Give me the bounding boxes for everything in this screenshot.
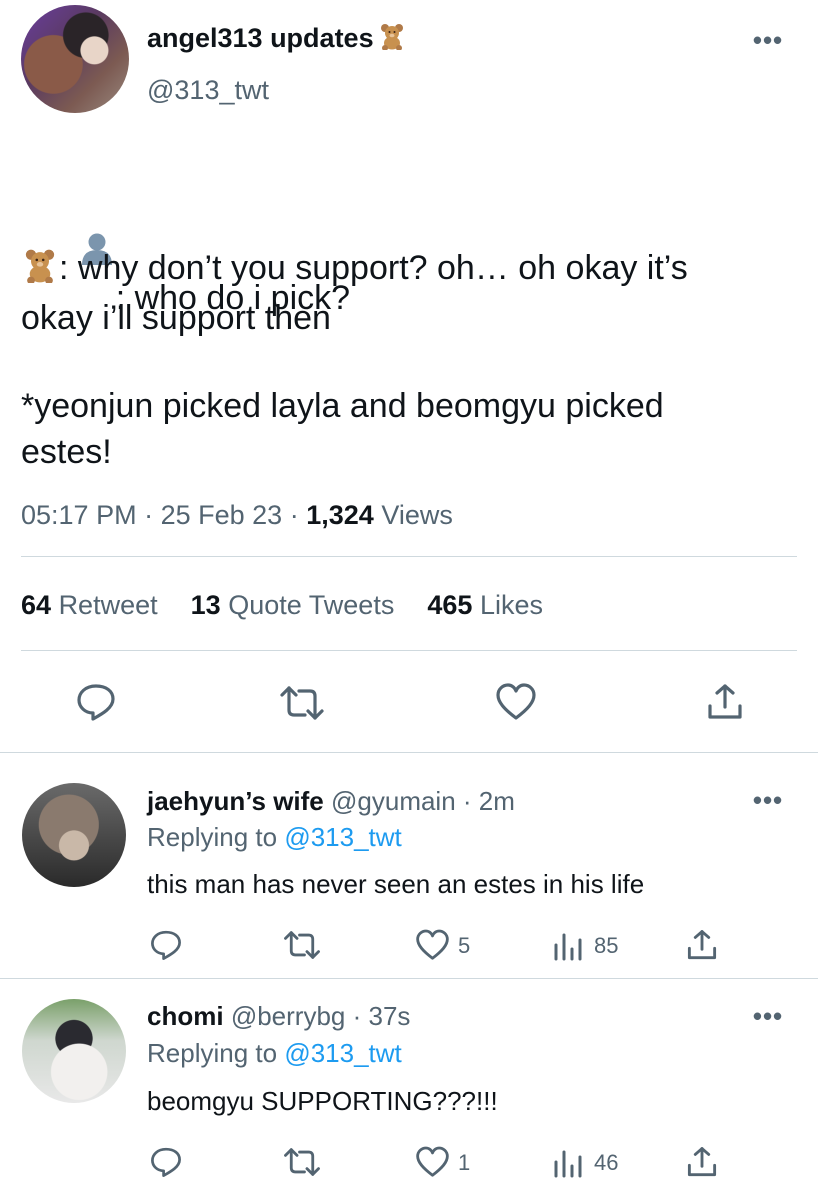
retweets-stat[interactable]: 64 Retweet [21,590,158,620]
reply-handle[interactable]: @berrybg [231,1001,346,1031]
replying-handle-link[interactable]: @313_twt [284,822,401,852]
retweets-count: 64 [21,590,52,620]
divider [0,752,818,753]
likes-label: Likes [479,590,543,620]
reply-display-name[interactable]: chomi [147,1001,224,1031]
author-name-row[interactable]: angel313 updates [147,22,406,55]
like-heart-icon[interactable] [416,1146,449,1178]
retweet-icon[interactable] [283,929,321,961]
share-icon[interactable] [686,929,718,961]
like-heart-icon[interactable] [496,683,536,721]
quotes-label: Quote Tweets [228,590,395,620]
teddy-bear-icon [378,22,406,55]
more-options-button[interactable]: ••• [748,787,788,813]
views-bar-chart-icon[interactable] [553,1146,583,1178]
views-bar-chart-icon[interactable] [553,929,583,961]
reply-handle[interactable]: @gyumain [331,786,456,816]
more-options-button[interactable]: ••• [748,1003,788,1029]
divider [21,556,797,557]
retweet-icon[interactable] [279,684,325,722]
replying-prefix: Replying to [147,1038,278,1068]
meta-separator: · [144,500,154,530]
author-handle[interactable]: @313_twt [147,75,269,106]
views-label: Views [381,500,453,530]
replying-to: Replying to @313_twt [147,1038,402,1069]
tweet-stats: 64 Retweet 13 Quote Tweets 465 Likes [21,590,543,621]
replying-prefix: Replying to [147,822,278,852]
author-avatar[interactable] [21,5,129,113]
reply-header: chomi @berrybg · 37s [147,1001,410,1032]
reply-icon[interactable] [150,929,182,961]
likes-count: 465 [427,590,473,620]
reply-icon[interactable] [76,683,116,721]
views-count: 1,324 [306,500,374,530]
retweets-label: Retweet [58,590,158,620]
reply-header: jaehyun’s wife @gyumain · 2m [147,786,515,817]
reply-view-count: 85 [594,933,619,958]
more-options-button[interactable]: ••• [748,27,788,53]
reply-time: · 37s [352,1001,411,1031]
likes-stat[interactable]: 465 Likes [427,590,543,620]
reply-avatar[interactable] [22,783,126,887]
replying-to: Replying to @313_twt [147,822,402,853]
share-icon[interactable] [706,683,744,721]
tweet-date[interactable]: 25 Feb 23 [161,500,283,530]
divider [0,978,818,979]
reply-view-count: 46 [594,1150,619,1175]
tweet-meta: 05:17 PM · 25 Feb 23 · 1,324 Views [21,500,453,531]
tweet-line-3: *yeonjun picked layla and beomgyu picked… [21,387,664,471]
reply-display-name[interactable]: jaehyun’s wife [147,786,324,816]
quotes-stat[interactable]: 13 Quote Tweets [191,590,395,620]
meta-separator: · [289,500,299,530]
reply-text: beomgyu SUPPORTING???!!! [147,1086,498,1116]
reply-avatar[interactable] [22,999,126,1103]
tweet-line-2: : why don’t you support? oh… oh okay it’… [21,245,801,341]
reply-like-count: 1 [458,1150,471,1175]
reply-icon[interactable] [150,1146,182,1178]
reply-time: · 2m [462,786,515,816]
share-icon[interactable] [686,1146,718,1178]
divider [21,650,797,651]
quotes-count: 13 [190,590,221,620]
retweet-icon[interactable] [283,1146,321,1178]
like-heart-icon[interactable] [416,929,449,961]
author-display-name: angel313 updates [147,23,374,53]
teddy-bear-icon [21,247,59,295]
reply-text: this man has never seen an estes in his … [147,869,645,899]
replying-handle-link[interactable]: @313_twt [284,1038,401,1068]
reply-like-count: 5 [458,933,471,958]
tweet-line-2-text: : why don’t you support? oh… oh okay it’… [21,249,688,337]
tweet-time[interactable]: 05:17 PM [21,500,137,530]
